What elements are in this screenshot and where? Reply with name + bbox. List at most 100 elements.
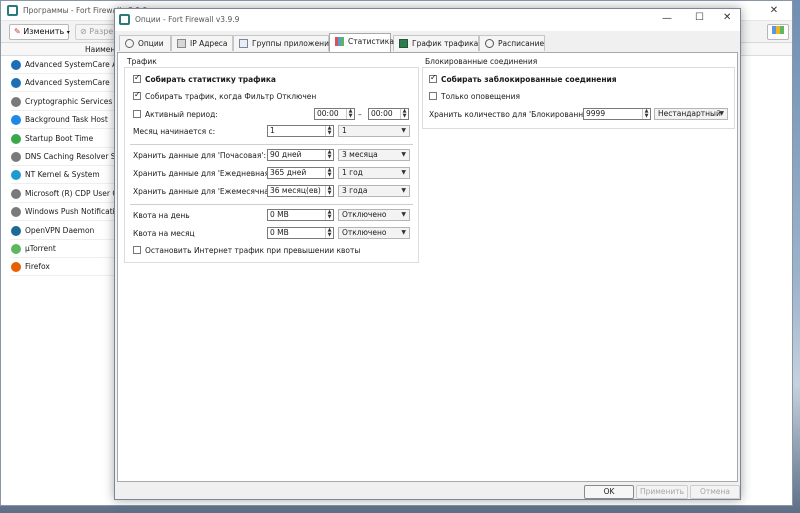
spin-arrows-icon[interactable]: ▲ ▼ <box>325 126 333 136</box>
monthly-spin[interactable]: 36 месяц(ев) ▲ ▼ <box>267 185 334 197</box>
maximize-icon[interactable]: ☐ <box>695 12 704 23</box>
service-icon <box>11 152 21 162</box>
program-name: Background Task Host <box>25 115 108 125</box>
active-period-from[interactable]: 00:00 ▲ ▼ <box>314 108 355 120</box>
hourly-combo-value: 3 месяца <box>342 150 378 159</box>
task-host-icon <box>11 115 21 126</box>
active-period-to[interactable]: 00:00 ▲ ▼ <box>368 108 409 120</box>
active-period-dash: – <box>358 110 362 119</box>
list-item[interactable]: µTorrent <box>11 240 115 258</box>
tab-schedule-label: Расписание <box>498 39 545 48</box>
gear-icon <box>125 39 134 48</box>
firefox-icon <box>11 262 21 273</box>
spin-arrows-icon[interactable]: ▲ ▼ <box>325 228 333 238</box>
close-icon[interactable]: ✕ <box>757 1 791 21</box>
month-start-value: 1 <box>270 126 275 135</box>
list-item[interactable]: Windows Push Notification <box>11 203 115 222</box>
quota-day-label: Квота на день <box>133 211 190 220</box>
alerts-only-checkbox[interactable] <box>429 92 437 100</box>
program-name: NT Kernel & System <box>25 170 100 180</box>
collect-stats-checkbox[interactable] <box>133 73 141 83</box>
spin-arrows-icon[interactable]: ▲ ▼ <box>346 109 354 119</box>
tab-traffic-graph[interactable]: График трафика <box>393 35 479 51</box>
collect-blocked-checkbox[interactable] <box>429 73 437 83</box>
spin-arrows-icon[interactable]: ▲ ▼ <box>325 168 333 178</box>
tab-app-groups[interactable]: Группы приложений <box>233 35 334 51</box>
list-item[interactable]: Background Task Host <box>11 111 115 130</box>
chevron-down-icon: ▾ <box>66 29 70 36</box>
month-start-spin[interactable]: 1 ▲ ▼ <box>267 125 334 137</box>
collect-filter-off-checkbox[interactable] <box>133 90 141 100</box>
monthly-combo[interactable]: 3 года ▼ <box>338 185 410 197</box>
list-item[interactable]: Advanced SystemCare <box>11 74 115 93</box>
view-menu-button[interactable] <box>767 24 789 40</box>
pencil-icon: ✎ <box>14 27 21 36</box>
chevron-down-icon: ▼ <box>719 110 724 117</box>
ok-button[interactable]: OK <box>584 485 634 499</box>
fort-firewall-icon <box>119 14 130 25</box>
list-item[interactable]: Startup Boot Time <box>11 130 115 148</box>
stats-icon <box>335 37 344 46</box>
tab-options[interactable]: Опции <box>119 35 171 51</box>
edit-button[interactable]: ✎ Изменить ▾ <box>9 24 70 40</box>
stop-on-quota-checkbox[interactable] <box>133 246 141 254</box>
spin-arrows-icon[interactable]: ▲ ▼ <box>400 109 408 119</box>
spin-arrows-icon[interactable]: ▲ ▼ <box>325 186 333 196</box>
hourly-value: 90 дней <box>270 150 302 159</box>
traffic-group-title: Трафик <box>127 57 157 66</box>
list-item[interactable]: Cryptographic Services <box>11 93 115 111</box>
options-dialog: Опции - Fort Firewall v3.9.9 — ☐ ✕ Опции… <box>114 8 741 500</box>
quota-day-combo[interactable]: Отключено ▼ <box>338 209 410 221</box>
spin-arrows-icon[interactable]: ▲ ▼ <box>642 109 650 119</box>
program-name: DNS Caching Resolver Ser <box>25 152 115 161</box>
hourly-spin[interactable]: 90 дней ▲ ▼ <box>267 149 334 161</box>
daily-combo[interactable]: 1 год ▼ <box>338 167 410 179</box>
daily-spin[interactable]: 365 дней ▲ ▼ <box>267 167 334 179</box>
chevron-down-icon: ▼ <box>401 127 406 134</box>
list-item[interactable]: Advanced SystemCare Au <box>11 56 115 74</box>
options-tabs: Опции IP Адреса Группы приложений Статис… <box>117 33 738 53</box>
month-start-label: Месяц начинается с: <box>133 127 216 136</box>
tab-statistics-label: Статистика <box>348 37 394 46</box>
spin-arrows-icon[interactable]: ▲ ▼ <box>325 210 333 220</box>
tab-schedule[interactable]: Расписание <box>479 35 545 51</box>
tab-options-label: Опции <box>138 39 164 48</box>
cancel-button[interactable]: Отмена <box>690 485 740 499</box>
active-period-checkbox[interactable] <box>133 110 141 118</box>
minimize-icon[interactable]: — <box>662 13 672 24</box>
quota-month-spin[interactable]: 0 MB ▲ ▼ <box>267 227 334 239</box>
month-start-combo[interactable]: 1 ▼ <box>338 125 410 137</box>
tab-ip-addresses[interactable]: IP Адреса <box>171 35 233 51</box>
close-icon[interactable]: ✕ <box>723 12 731 23</box>
hourly-combo[interactable]: 3 месяца ▼ <box>338 149 410 161</box>
quota-month-combo[interactable]: Отключено ▼ <box>338 227 410 239</box>
list-item[interactable]: OpenVPN Daemon <box>11 222 115 240</box>
keep-count-value: 9999 <box>586 109 606 118</box>
active-period-label: Активный период: <box>145 110 218 119</box>
apply-button[interactable]: Применить <box>636 485 688 499</box>
list-item[interactable]: Firefox <box>11 258 115 277</box>
program-name: Windows Push Notification <box>25 207 115 217</box>
spin-arrows-icon[interactable]: ▲ ▼ <box>325 150 333 160</box>
program-name: OpenVPN Daemon <box>25 225 95 235</box>
hourly-label: Хранить данные для 'Почасовая': <box>133 151 266 160</box>
groups-icon <box>239 39 248 48</box>
active-period-from-value: 00:00 <box>317 109 339 118</box>
tab-groups-label: Группы приложений <box>252 39 334 48</box>
divider <box>130 144 413 145</box>
active-period-to-value: 00:00 <box>371 109 393 118</box>
list-item[interactable]: DNS Caching Resolver Ser <box>11 148 115 166</box>
tab-statistics[interactable]: Статистика <box>329 33 394 52</box>
list-item[interactable]: Microsoft (R) CDP User Co <box>11 185 115 203</box>
service-icon <box>11 188 21 199</box>
allow-button[interactable]: ⊘ Разреш <box>75 24 121 40</box>
keep-count-combo[interactable]: Нестандартный ▼ <box>654 108 728 120</box>
boot-time-icon <box>11 133 21 144</box>
service-icon <box>11 207 21 218</box>
month-start-combo-value: 1 <box>342 126 347 135</box>
quota-day-spin[interactable]: 0 MB ▲ ▼ <box>267 209 334 221</box>
clock-icon <box>485 39 494 48</box>
daily-value: 365 дней <box>270 168 307 177</box>
keep-count-spin[interactable]: 9999 ▲ ▼ <box>583 108 651 120</box>
list-item[interactable]: NT Kernel & System <box>11 166 115 185</box>
